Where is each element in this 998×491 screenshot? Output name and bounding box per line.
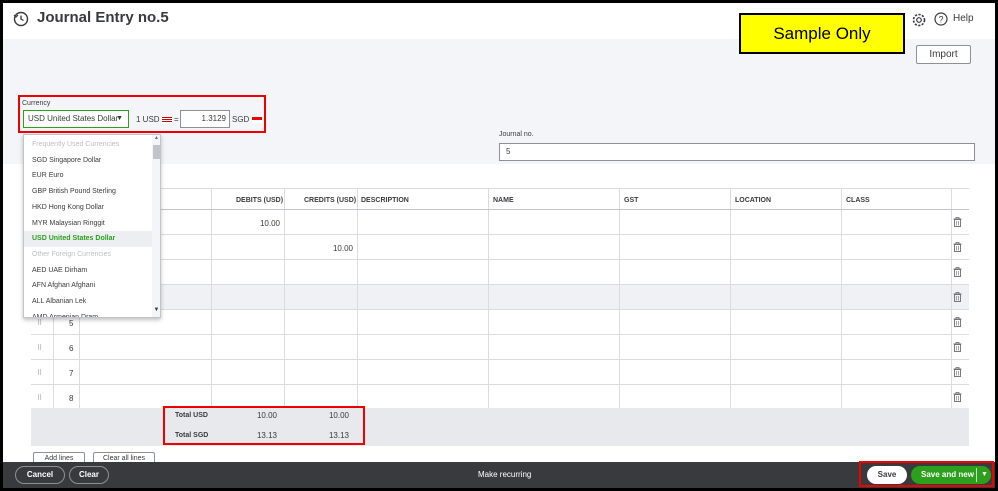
chevron-down-icon[interactable]: ▼ — [981, 466, 988, 484]
dropdown-option[interactable]: AMD Armenian Dram — [24, 310, 152, 317]
table-row[interactable]: ⠿110.00 — [31, 210, 969, 235]
import-button[interactable]: Import — [916, 45, 971, 64]
col-debits: DEBITS (USD) — [236, 197, 284, 204]
table-row[interactable]: ⠿210.00 — [31, 235, 969, 260]
sg-flag-icon — [251, 116, 262, 123]
total-sgd-label: Total SGD — [175, 432, 209, 439]
journal-no-label: Journal no. — [499, 131, 534, 138]
total-sgd-debit: 13.13 — [256, 431, 277, 440]
trash-icon[interactable] — [953, 342, 962, 352]
history-icon[interactable] — [13, 11, 29, 27]
exchange-rate-input[interactable]: 1.3129 — [180, 110, 230, 128]
page-title: Journal Entry no.5 — [37, 9, 169, 26]
rate-equals: = — [174, 115, 179, 124]
drag-handle-icon[interactable]: ⠿ — [37, 344, 42, 352]
dropdown-option[interactable]: ALL Albanian Lek — [24, 294, 152, 310]
dropdown-option[interactable]: EUR Euro — [24, 168, 152, 184]
col-description: DESCRIPTION — [361, 197, 409, 204]
rate-prefix: 1 USD — [136, 115, 160, 124]
trash-icon[interactable] — [953, 392, 962, 402]
drag-handle-icon[interactable]: ⠿ — [37, 394, 42, 402]
trash-icon[interactable] — [953, 242, 962, 252]
split-divider — [976, 468, 977, 482]
scroll-down-icon[interactable]: ▼ — [152, 307, 160, 313]
trash-icon[interactable] — [953, 367, 962, 377]
table-row[interactable]: ⠿4 — [31, 285, 969, 310]
trash-icon[interactable] — [953, 267, 962, 277]
dropdown-option[interactable]: USD United States Dollar — [24, 231, 152, 248]
dropdown-option[interactable]: SGD Singapore Dollar — [24, 153, 152, 169]
dropdown-option[interactable]: AED UAE Dirham — [24, 263, 152, 279]
help-link[interactable]: Help — [953, 13, 974, 24]
currency-select-value: USD United States Dollar — [28, 114, 119, 123]
cancel-button[interactable]: Cancel — [15, 466, 65, 484]
dropdown-option[interactable]: MYR Malaysian Ringgit — [24, 216, 152, 232]
clear-button[interactable]: Clear — [69, 466, 109, 484]
currency-label: Currency — [22, 100, 51, 107]
journal-no-input[interactable]: 5 — [499, 143, 975, 161]
exchange-rate-label: 1 USD = — [136, 115, 179, 124]
col-credits: CREDITS (USD) — [304, 197, 357, 204]
journal-entry-window: Journal Entry no.5 ? Help Sample Only Im… — [3, 3, 995, 488]
dropdown-scrollbar[interactable]: ▲ ▼ — [152, 135, 160, 317]
row-number: 6 — [69, 344, 74, 353]
table-row[interactable]: ⠿ 7 — [31, 360, 969, 385]
save-button[interactable]: Save — [867, 466, 907, 484]
scroll-up-icon[interactable]: ▲ — [152, 135, 160, 141]
help-icon[interactable]: ? — [934, 12, 948, 26]
chevron-down-icon: ▼ — [116, 115, 123, 122]
total-usd-credit: 10.00 — [328, 411, 349, 420]
credit-cell[interactable]: 10.00 — [284, 244, 353, 253]
make-recurring-link[interactable]: Make recurring — [478, 470, 531, 479]
row-number: 7 — [69, 369, 74, 378]
trash-icon[interactable] — [953, 317, 962, 327]
dropdown-group-header: Frequently Used Currencies — [32, 141, 120, 148]
dropdown-group-header: Other Foreign Currencies — [32, 250, 111, 258]
rate-suffix: SGD — [232, 115, 262, 124]
svg-text:?: ? — [938, 15, 943, 25]
trash-icon[interactable] — [953, 217, 962, 227]
total-sgd-credit: 13.13 — [328, 431, 349, 440]
table-row[interactable]: ⠿ 6 — [31, 335, 969, 360]
gear-icon[interactable] — [911, 12, 927, 28]
rate-suffix-label: SGD — [232, 115, 250, 124]
save-and-new-label: Save and new — [921, 470, 974, 479]
table-row[interactable]: ⠿ 5 — [31, 310, 969, 335]
save-and-new-button[interactable]: Save and new ▼ — [911, 466, 991, 484]
scrollbar-thumb[interactable] — [153, 145, 160, 159]
col-location: LOCATION — [735, 197, 772, 204]
col-class: CLASS — [846, 197, 870, 204]
col-gst: GST — [624, 197, 639, 204]
table-header: DEBITS (USD) CREDITS (USD) DESCRIPTION N… — [31, 188, 969, 210]
us-flag-icon — [161, 116, 172, 123]
drag-handle-icon[interactable]: ⠿ — [37, 369, 42, 377]
total-usd-debit: 10.00 — [256, 411, 277, 420]
dropdown-option[interactable]: GBP British Pound Sterling — [24, 184, 152, 200]
trash-icon[interactable] — [953, 292, 962, 302]
col-name: NAME — [493, 197, 514, 204]
row-number: 8 — [69, 394, 74, 403]
drag-handle-icon[interactable]: ⠿ — [37, 319, 42, 327]
currency-select[interactable]: USD United States Dollar ▼ — [23, 110, 129, 128]
footer-bar: Cancel Clear Make recurring — [3, 462, 995, 488]
table-row[interactable]: ⠿3 — [31, 260, 969, 285]
total-usd-label: Total USD — [175, 412, 208, 419]
dropdown-option[interactable]: HKD Hong Kong Dollar — [24, 200, 152, 216]
debit-cell[interactable]: 10.00 — [211, 219, 280, 228]
sample-banner: Sample Only — [739, 13, 905, 54]
currency-dropdown[interactable]: Frequently Used Currencies SGD Singapore … — [23, 134, 161, 318]
row-number: 5 — [69, 319, 74, 328]
dropdown-option[interactable]: AFN Afghan Afghani — [24, 278, 152, 294]
